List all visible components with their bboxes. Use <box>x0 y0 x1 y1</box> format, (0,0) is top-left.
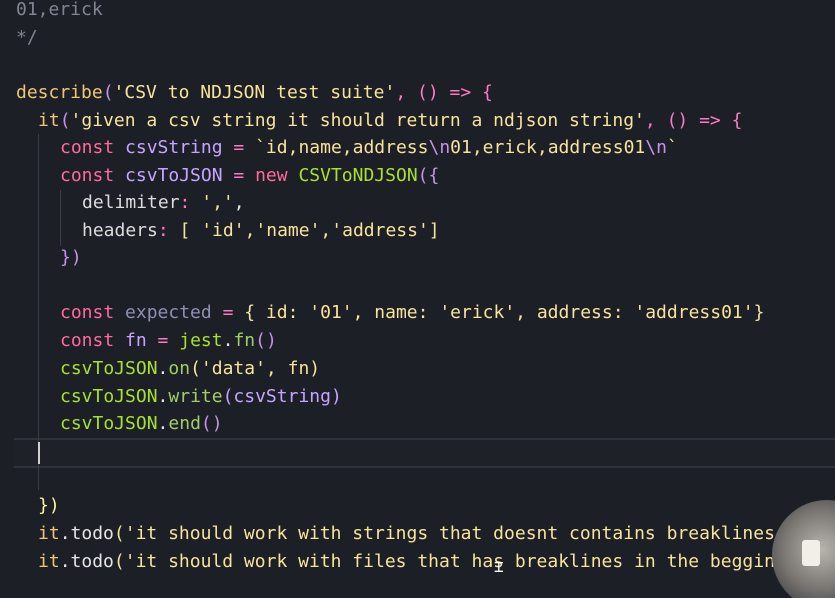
const-keyword: const <box>60 330 115 351</box>
dot: . <box>222 330 234 351</box>
expected-declaration: const expected = { id: '01', name: 'eric… <box>60 299 764 327</box>
code-line[interactable]: csvToJSON.end() <box>0 410 835 438</box>
dot: . <box>157 386 169 407</box>
on-call: csvToJSON.on('data', fn) <box>60 355 320 383</box>
const-keyword: const <box>60 137 115 158</box>
delimiter-prop: delimiter: ',', <box>82 189 245 217</box>
class-name: CSVToNDJSON <box>298 165 418 186</box>
dot: . <box>157 358 169 379</box>
template-part: `id,name,address <box>255 137 429 158</box>
headers-prop: headers: [ 'id','name','address'] <box>82 217 440 245</box>
object-name: it <box>38 551 60 572</box>
object-name: csvToJSON <box>60 386 158 407</box>
object-literal: { id: '01', name: 'erick', address: 'add… <box>244 302 765 323</box>
method-name: fn <box>233 330 256 351</box>
dot: . <box>59 551 71 572</box>
template-part: 01,erick,address01 <box>450 137 646 158</box>
call-args: ('it should work with strings that doesn… <box>113 523 775 544</box>
var-name: fn <box>125 330 147 351</box>
describe-statement: describe('CSV to NDJSON test suite', () … <box>16 79 493 107</box>
describe-keyword: describe <box>16 82 103 103</box>
fn-declaration: const fn = jest.fn() <box>60 327 277 355</box>
code-line[interactable]: csvToJSON.write(csvString) <box>0 383 835 411</box>
end-call: csvToJSON.end() <box>60 410 223 438</box>
code-line[interactable]: const csvToJSON = new CSVToNDJSON({ <box>0 162 835 190</box>
it-title: 'given a csv string it should return a n… <box>70 110 645 131</box>
write-call: csvToJSON.write(csvString) <box>60 383 342 411</box>
arrow-tail: , () => { <box>395 82 493 103</box>
escape-seq: \n <box>645 137 667 158</box>
code-line[interactable]: delimiter: ',', <box>0 189 835 217</box>
code-line[interactable]: const expected = { id: '01', name: 'eric… <box>0 299 835 327</box>
object-name: csvToJSON <box>60 358 158 379</box>
close-it-block: }) <box>38 495 60 516</box>
call-parens: () <box>255 330 277 351</box>
var-name: csvToJSON <box>125 165 223 186</box>
current-line-highlight <box>14 438 835 468</box>
mouse-ibeam-icon: ⌶ <box>494 557 504 576</box>
assign-op: = <box>211 302 245 323</box>
code-line[interactable]: csvToJSON.on('data', fn) <box>0 355 835 383</box>
code-line[interactable]: */ <box>0 24 835 52</box>
prop-key: delimiter <box>82 192 180 213</box>
code-line[interactable]: it.todo('it should work with strings tha… <box>0 520 835 548</box>
call-args: (csvString) <box>222 386 342 407</box>
method-name: on <box>168 358 191 379</box>
method-name: end <box>168 413 201 434</box>
call-args: ('it should work with files that has bre… <box>113 551 775 572</box>
code-line[interactable]: const csvString = `id,name,address\n01,e… <box>0 134 835 162</box>
object-name: csvToJSON <box>60 413 158 434</box>
call-args: () <box>200 413 223 434</box>
csvtojson-declaration: const csvToJSON = new CSVToNDJSON({ <box>60 162 439 190</box>
code-line[interactable]: 01,erick <box>0 0 835 24</box>
code-line[interactable]: const fn = jest.fn() <box>0 327 835 355</box>
code-line[interactable]: it.todo('it should work with files that … <box>0 548 835 576</box>
dot: . <box>59 523 71 544</box>
escape-seq: \n <box>428 137 451 158</box>
paren: ( <box>102 82 114 103</box>
arrow-tail: , () => { <box>644 110 743 131</box>
const-keyword: const <box>60 302 115 323</box>
code-line[interactable]: }) <box>0 492 835 520</box>
code-line[interactable]: it('given a csv string it should return … <box>0 107 835 135</box>
paren: ( <box>59 110 71 131</box>
var-name: csvString <box>125 137 223 158</box>
code-line[interactable]: headers: [ 'id','name','address'] <box>0 217 835 245</box>
text-cursor <box>38 442 40 464</box>
todo-call: it.todo('it should work with files that … <box>38 548 775 576</box>
assign-op: = <box>222 137 256 158</box>
object-name: jest <box>179 330 223 351</box>
comment-end: */ <box>16 27 38 48</box>
method-name: todo <box>70 523 114 544</box>
headers-array: [ 'id','name','address'] <box>179 220 440 241</box>
todo-call: it.todo('it should work with strings tha… <box>38 520 775 548</box>
close-brace: }) <box>60 247 82 268</box>
method-name: write <box>168 386 223 407</box>
const-keyword: const <box>60 165 115 186</box>
code-line[interactable]: }) <box>0 244 835 272</box>
method-name: todo <box>70 551 114 572</box>
assign-op: = <box>146 330 180 351</box>
comment-text: 01,erick <box>16 0 103 20</box>
var-name: expected <box>125 302 212 323</box>
describe-title: 'CSV to NDJSON test suite' <box>113 82 396 103</box>
comma: , <box>233 192 245 213</box>
prop-key: headers <box>82 220 158 241</box>
dot: . <box>157 413 169 434</box>
call-args: ('data', fn) <box>190 358 321 379</box>
template-part: ` <box>666 137 678 158</box>
open-brace: ({ <box>417 165 440 186</box>
it-statement: it('given a csv string it should return … <box>38 107 742 135</box>
colon: : <box>179 192 202 213</box>
code-editor[interactable]: 01,erick */ describe('CSV to NDJSON test… <box>0 0 835 598</box>
object-name: it <box>38 523 60 544</box>
csvstring-declaration: const csvString = `id,name,address\n01,e… <box>60 134 678 162</box>
prop-value: ',' <box>201 192 234 213</box>
assign-op: = <box>222 165 256 186</box>
new-keyword: new <box>255 165 288 186</box>
code-line[interactable]: describe('CSV to NDJSON test suite', () … <box>0 79 835 107</box>
colon: : <box>157 220 180 241</box>
it-keyword: it <box>38 110 60 131</box>
